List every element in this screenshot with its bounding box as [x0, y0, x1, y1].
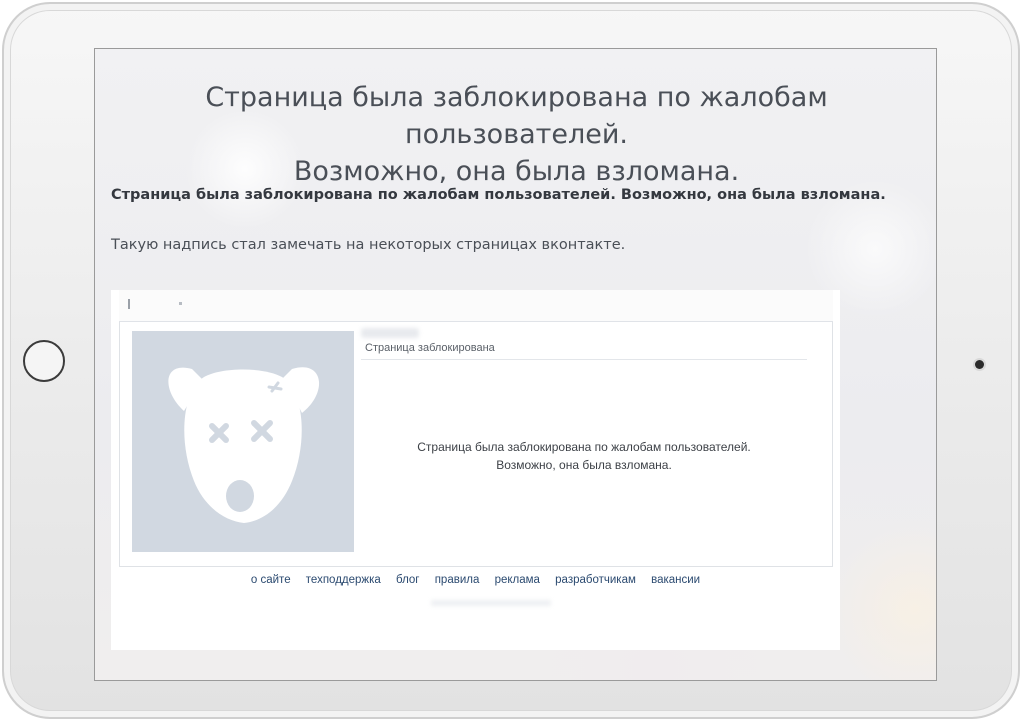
footer-link-developers[interactable]: разработчикам [555, 574, 636, 586]
deactivated-dog-icon [132, 331, 354, 552]
footer-link-jobs[interactable]: вакансии [651, 574, 700, 586]
blurred-user-name [361, 328, 419, 338]
page-headline: Страница была заблокирована по жалобам п… [95, 79, 937, 190]
profile-status-label: Страница заблокирована [365, 342, 495, 354]
blocked-message-line-1: Страница была заблокирована по жалобам п… [361, 438, 807, 456]
blocked-message-line-2: Возможно, она была взломана. [361, 456, 807, 474]
footer-link-rules[interactable]: правила [435, 574, 480, 586]
status-divider [361, 359, 807, 360]
tablet-frame: Страница была заблокирована по жалобам п… [2, 2, 1020, 719]
article-intro-text: Такую надпись стал замечать на некоторых… [111, 237, 625, 253]
article-bold-text: Страница была заблокирована по жалобам п… [111, 187, 886, 203]
home-button[interactable] [23, 340, 65, 382]
vk-top-bar-dot [179, 302, 182, 305]
footer-link-about[interactable]: о сайте [251, 574, 291, 586]
vk-top-bar [119, 290, 833, 322]
footer-link-support[interactable]: техподдержка [306, 574, 381, 586]
blocked-message: Страница была заблокирована по жалобам п… [361, 438, 807, 474]
camera-icon [975, 360, 984, 369]
footer-link-ads[interactable]: реклама [495, 574, 540, 586]
embedded-vk-screenshot: Страница заблокирована Страница была заб… [111, 290, 840, 650]
footer-blurred-text [431, 600, 551, 606]
vk-top-bar-mark [128, 299, 130, 309]
footer-link-blog[interactable]: блог [396, 574, 420, 586]
headline-line-2: Возможно, она была взломана. [95, 153, 937, 190]
deactivated-avatar [132, 331, 354, 552]
vk-profile-box: Страница заблокирована Страница была заб… [119, 322, 833, 567]
headline-line-1: Страница была заблокирована по жалобам п… [95, 79, 937, 153]
vk-footer-links: о сайте техподдержка блог правила реклам… [111, 574, 840, 586]
tablet-screen: Страница была заблокирована по жалобам п… [94, 48, 937, 681]
